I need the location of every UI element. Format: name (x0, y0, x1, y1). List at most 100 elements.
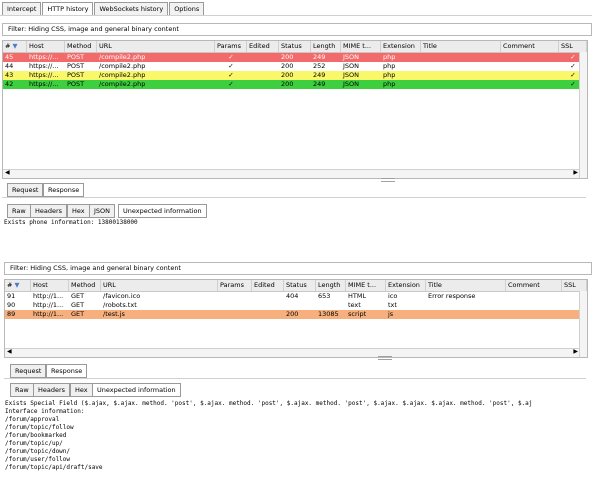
extension-cell: php (383, 53, 396, 61)
column-header-mime-type-column[interactable]: MIME t... (346, 280, 386, 291)
filter-bar[interactable]: Filter: Hiding CSS, image and general bi… (4, 262, 592, 275)
extension-cell: php (383, 62, 396, 70)
scroll-left-icon[interactable]: ◀ (7, 348, 12, 355)
request-tab[interactable]: Request (10, 364, 47, 378)
tab-websockets-history[interactable]: WebSockets history (94, 2, 169, 15)
table-row[interactable]: 91 http://1... GET/favicon.ico 404 653 HTML ic… (5, 292, 587, 301)
horizontal-scrollbar[interactable]: ◀ ▶ (3, 169, 580, 178)
tab-options[interactable]: Options (169, 2, 205, 15)
filter-bar[interactable]: Filter: Hiding CSS, image and general bi… (2, 23, 592, 36)
column-header-extension-column[interactable]: Extension (381, 41, 421, 52)
mime-type-cell: HTML (348, 292, 367, 300)
row-number: 42 (5, 80, 14, 88)
view-unexpected-information-tab[interactable]: Unexpected information (118, 204, 207, 218)
status-cell: 404 (286, 292, 299, 300)
request-tab[interactable]: Request (7, 183, 44, 197)
splitter-grip-icon[interactable] (378, 356, 392, 360)
scroll-right-icon[interactable]: ▶ (573, 348, 578, 355)
table-row[interactable]: 43 https://... POST/compile2.php ✓ 200 249 JSO… (3, 71, 587, 80)
extension-cell: txt (388, 301, 397, 309)
column-header-title-column[interactable]: Title (426, 280, 506, 291)
title-cell (421, 80, 501, 89)
splitter-grip-icon[interactable] (381, 178, 395, 182)
view-hex-tab[interactable]: Hex (67, 204, 90, 218)
response-tab[interactable]: Response (43, 183, 85, 197)
output-line: /forum/topic/api/draft/save (5, 464, 103, 471)
host-cell: http://1... (33, 301, 64, 309)
view-unexpected-information-tab[interactable]: Unexpected information (92, 383, 181, 397)
column-header-mime-type-column[interactable]: MIME t... (341, 41, 381, 52)
row-number: 90 (7, 301, 16, 309)
table-row[interactable]: 44 https://... POST/compile2.php ✓ 200 252 JSO… (3, 62, 587, 71)
title-cell (421, 62, 501, 71)
edited-cell (252, 292, 284, 301)
scroll-left-icon[interactable]: ◀ (5, 169, 10, 176)
view-raw-tab[interactable]: Raw (7, 204, 31, 218)
scroll-right-icon[interactable]: ▶ (573, 169, 578, 176)
view-raw-tab[interactable]: Raw (10, 383, 34, 397)
column-header-edited-column[interactable]: Edited (247, 41, 279, 52)
row-number: 89 (7, 310, 16, 318)
host-cell: https://... (29, 80, 59, 88)
column-header-params-column[interactable]: Params (215, 41, 247, 52)
horizontal-scrollbar[interactable]: ◀ ▶ (5, 348, 580, 357)
column-header-url-column[interactable]: URL (101, 280, 218, 291)
vertical-scrollbar[interactable] (579, 52, 587, 178)
column-header-extension-column[interactable]: Extension (386, 280, 426, 291)
response-tab[interactable]: Response (46, 364, 88, 378)
host-cell: http://1... (33, 292, 64, 300)
column-header-num-column[interactable]: # ▼ (5, 280, 31, 291)
sort-descending-icon[interactable]: ▼ (10, 42, 18, 50)
tab-http-history[interactable]: HTTP history (42, 2, 94, 15)
tool-tabbar: Intercept HTTP history WebSockets histor… (2, 2, 205, 15)
table-header: # ▼ Host Method URL Params Edited Status Length… (5, 280, 587, 292)
column-header-params-column[interactable]: Params (218, 280, 252, 291)
column-header-length-column[interactable]: Length (311, 41, 341, 52)
history-table: # ▼ Host Method URL Params Edited Status Length… (4, 279, 588, 358)
column-header-url-column[interactable]: URL (97, 41, 215, 52)
view-headers-tab[interactable]: Headers (30, 204, 68, 218)
params-check-icon (218, 292, 252, 301)
view-headers-tab[interactable]: Headers (33, 383, 71, 397)
view-hex-tab[interactable]: Hex (70, 383, 93, 397)
column-header-ssl-column[interactable]: SSL (562, 280, 587, 291)
host-cell: https://... (29, 53, 59, 61)
sort-descending-icon[interactable]: ▼ (12, 281, 20, 289)
column-header-comment-column[interactable]: Comment (506, 280, 562, 291)
comment-cell (501, 71, 559, 80)
table-row[interactable]: 42 https://... POST/compile2.php ✓ 200 249 JSO… (3, 80, 587, 89)
vertical-scrollbar[interactable] (579, 291, 587, 357)
column-header-host-column[interactable]: Host (31, 280, 69, 291)
mime-type-cell: script (348, 310, 367, 318)
column-header-method-column[interactable]: Method (65, 41, 97, 52)
method-cell: POST (67, 80, 85, 88)
column-header-title-column[interactable]: Title (421, 41, 501, 52)
column-header-comment-column[interactable]: Comment (501, 41, 559, 52)
url-cell: /compile2.php (99, 62, 146, 70)
table-row[interactable]: 90 http://1... GET/robots.txt text txt (5, 301, 587, 310)
method-cell: POST (67, 71, 85, 79)
table-row[interactable]: 89 http://1... GET/test.js 200 13085 script js (5, 310, 587, 319)
url-cell: /test.js (103, 310, 125, 318)
method-cell: POST (67, 53, 85, 61)
status-cell (284, 301, 316, 310)
comment-cell (506, 292, 562, 301)
column-header-edited-column[interactable]: Edited (252, 280, 284, 291)
table-row[interactable]: 45 https://... POST/compile2.php ✓ 200 249 JSO… (3, 53, 587, 62)
length-cell: 653 (318, 292, 331, 300)
column-header-num-column[interactable]: # ▼ (3, 41, 27, 52)
mime-type-cell: JSON (343, 62, 360, 70)
output-line: /forum/topic/up/ (5, 440, 63, 447)
column-header-length-column[interactable]: Length (316, 280, 346, 291)
column-header-status-column[interactable]: Status (284, 280, 316, 291)
tab-intercept[interactable]: Intercept (2, 2, 42, 15)
output-line: /forum/topic/down/ (5, 448, 71, 455)
column-header-ssl-column[interactable]: SSL (559, 41, 587, 52)
view-json-tab[interactable]: JSON (89, 204, 116, 218)
url-cell: /favicon.ico (103, 292, 141, 300)
column-header-host-column[interactable]: Host (27, 41, 65, 52)
column-header-method-column[interactable]: Method (69, 280, 101, 291)
column-header-status-column[interactable]: Status (279, 41, 311, 52)
host-cell: http://1... (33, 310, 64, 318)
unexpected-information-output: Exists Special Field ($.ajax, $.ajax. me… (5, 400, 591, 472)
